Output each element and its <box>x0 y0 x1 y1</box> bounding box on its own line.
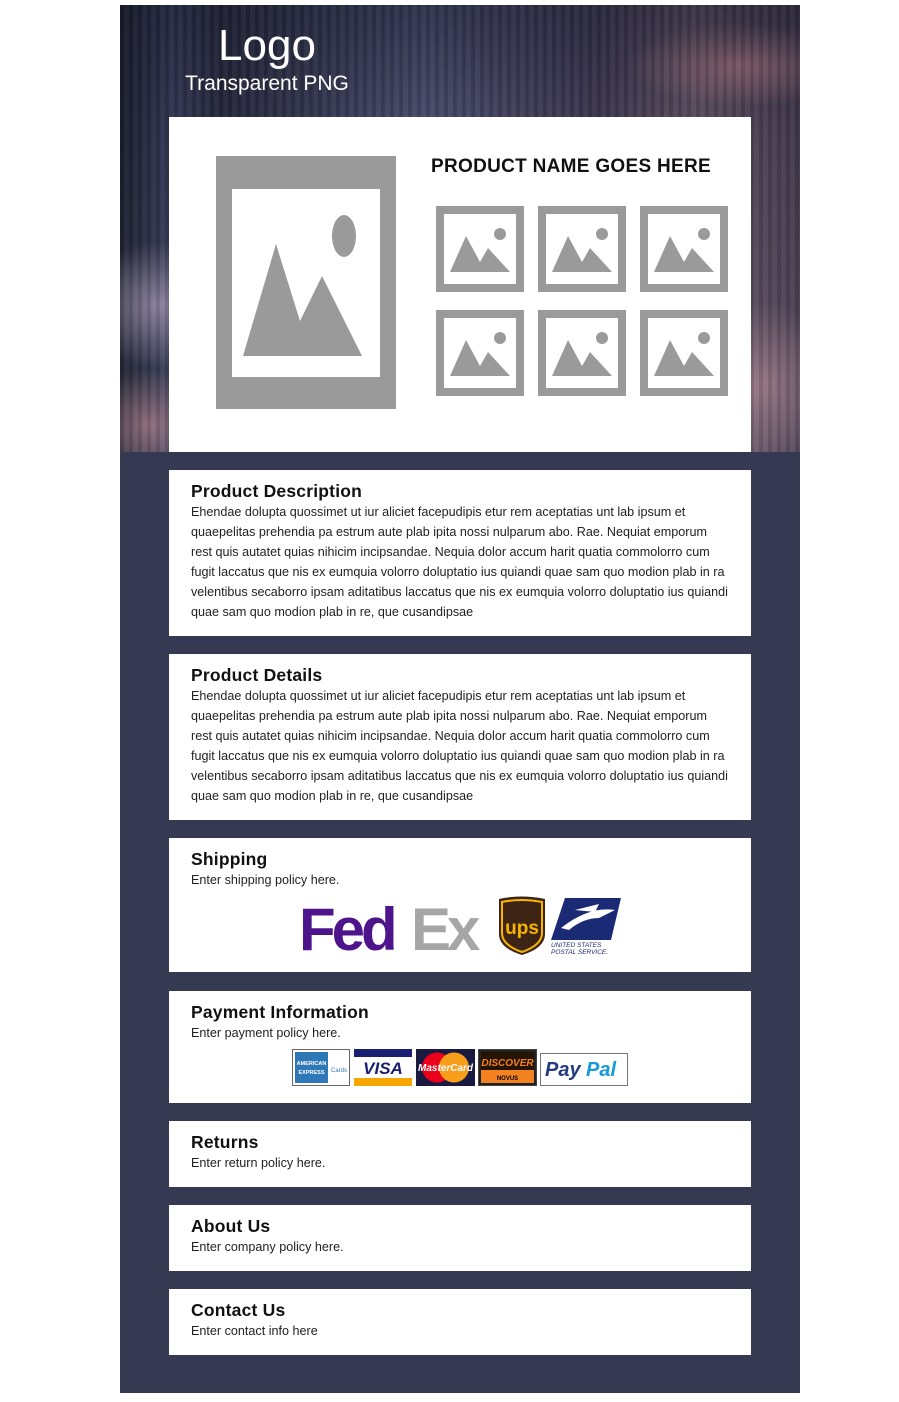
fedex-fed-text: Fed <box>299 896 394 956</box>
thumbnail-4-image-placeholder-icon[interactable] <box>436 310 524 396</box>
returns-section: Returns Enter return policy here. <box>169 1121 751 1187</box>
visa-text: VISA <box>363 1059 403 1078</box>
shipping-section: Shipping Enter shipping policy here. Fed… <box>169 838 751 972</box>
amex-line1-text: AMERICAN <box>297 1061 327 1067</box>
fedex-ex-text: Ex <box>411 896 480 956</box>
main-image-placeholder-icon[interactable] <box>216 156 396 409</box>
section-title: Contact Us <box>191 1300 286 1320</box>
thumbnail-1-image-placeholder-icon[interactable] <box>436 206 524 292</box>
section-title: Returns <box>191 1132 259 1152</box>
section-title: Product Description <box>191 481 363 501</box>
section-body: Enter shipping policy here. <box>191 873 340 887</box>
section-title: About Us <box>191 1216 271 1236</box>
discover-text: DISCOVER <box>481 1058 534 1069</box>
visa-card-icon: VISA <box>354 1049 412 1086</box>
section-title: Shipping <box>191 849 268 869</box>
ups-logo: ups <box>499 896 545 955</box>
american-express-card-icon: AMERICAN EXPRESS Cards <box>292 1049 350 1086</box>
logo-subtitle: Transparent PNG <box>185 72 349 95</box>
section-body: Enter contact info here <box>191 1324 318 1338</box>
section-body: Enter payment policy here. <box>191 1026 341 1040</box>
mastercard-text: MasterCard <box>418 1063 474 1074</box>
amex-cards-text: Cards <box>331 1068 347 1074</box>
section-body: Enter company policy here. <box>191 1240 344 1254</box>
paypal-icon: Pay Pal <box>540 1053 628 1086</box>
paypal-pay-text: Pay <box>545 1059 581 1081</box>
ups-text: ups <box>505 918 539 939</box>
amex-line2-text: EXPRESS <box>299 1070 325 1076</box>
hero-banner: Logo Transparent PNG PRODUCT NAME GOES H… <box>120 5 800 452</box>
paypal-pal-text: Pal <box>586 1059 616 1081</box>
section-body: Ehendae dolupta quossimet ut iur aliciet… <box>191 689 728 803</box>
thumbnail-5-image-placeholder-icon[interactable] <box>538 310 626 396</box>
product-details-section: Product Details Ehendae dolupta quossime… <box>169 654 751 820</box>
section-title: Product Details <box>191 665 323 685</box>
product-card: PRODUCT NAME GOES HERE <box>169 117 751 452</box>
fedex-logo: Fed Ex <box>299 896 484 956</box>
thumbnail-2-image-placeholder-icon[interactable] <box>538 206 626 292</box>
discover-card-icon: DISCOVER NOVUS <box>478 1049 537 1086</box>
payment-information-section: Payment Information Enter payment policy… <box>169 991 751 1103</box>
section-body: Enter return policy here. <box>191 1156 326 1170</box>
section-title: Payment Information <box>191 1002 369 1022</box>
thumbnail-6-image-placeholder-icon[interactable] <box>640 310 728 396</box>
mastercard-card-icon: MasterCard <box>416 1049 475 1086</box>
thumbnail-3-image-placeholder-icon[interactable] <box>640 206 728 292</box>
page-container: Logo Transparent PNG PRODUCT NAME GOES H… <box>120 5 800 1393</box>
usps-line1-text: UNITED STATES <box>551 942 602 949</box>
carrier-logos: Fed Ex ups UNITED STATES POSTAL SERVICE. <box>299 896 621 956</box>
product-description-section: Product Description Ehendae dolupta quos… <box>169 470 751 636</box>
payment-card-logos: AMERICAN EXPRESS Cards VISA MasterCard D… <box>292 1049 632 1087</box>
usps-logo: UNITED STATES POSTAL SERVICE. <box>551 898 621 956</box>
section-body: Ehendae dolupta quossimet ut iur aliciet… <box>191 505 728 619</box>
novus-text: NOVUS <box>497 1076 518 1082</box>
product-name: PRODUCT NAME GOES HERE <box>431 156 712 177</box>
logo-title[interactable]: Logo <box>120 21 414 71</box>
contact-us-section: Contact Us Enter contact info here <box>169 1289 751 1355</box>
usps-line2-text: POSTAL SERVICE. <box>551 949 608 956</box>
about-us-section: About Us Enter company policy here. <box>169 1205 751 1271</box>
